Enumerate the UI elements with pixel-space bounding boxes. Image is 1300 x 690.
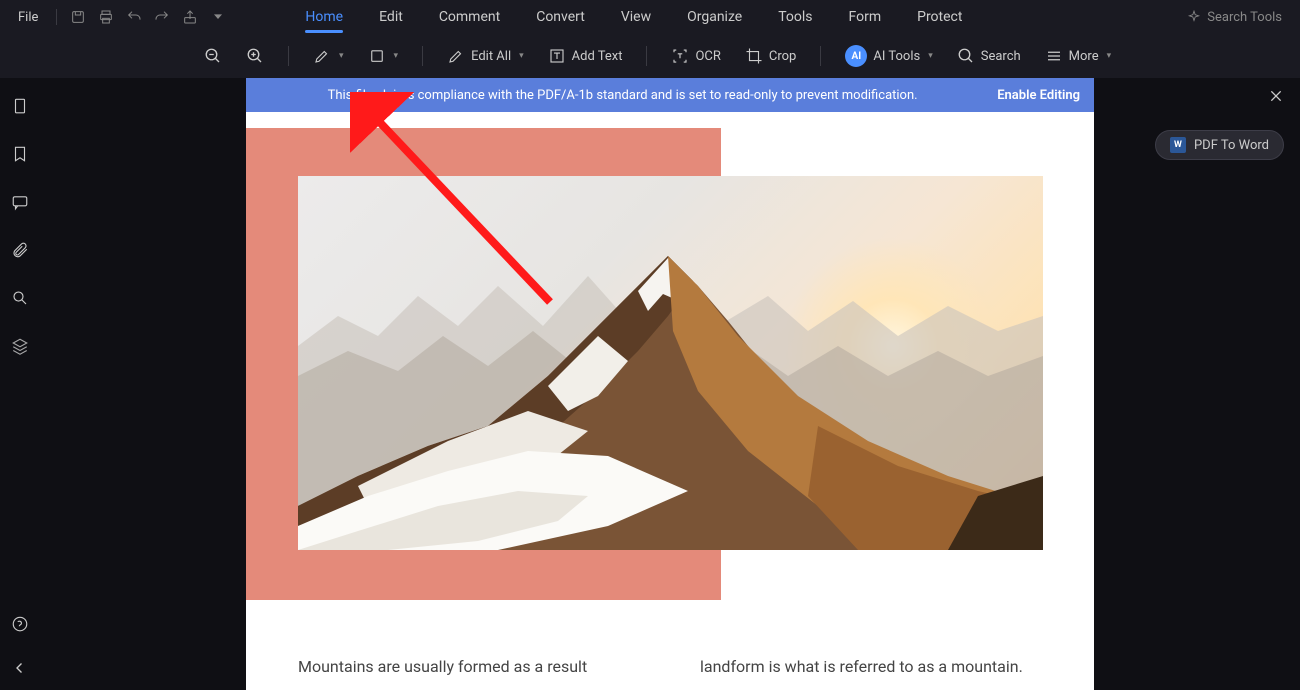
print-icon[interactable]	[93, 4, 119, 30]
tab-home[interactable]: Home	[287, 3, 361, 31]
search-tools[interactable]: Search Tools	[1177, 6, 1292, 29]
edit-all-button[interactable]: Edit All ▾	[437, 40, 534, 72]
crop-button[interactable]: Crop	[735, 40, 806, 72]
text-column-1: Mountains are usually formed as a result	[298, 654, 640, 680]
ocr-button[interactable]: OCR	[661, 40, 730, 72]
save-icon[interactable]	[65, 4, 91, 30]
content-area: This file claims compliance with the PDF…	[40, 78, 1300, 690]
pdfa-banner: This file claims compliance with the PDF…	[246, 78, 1094, 112]
document-text: Mountains are usually formed as a result…	[298, 654, 1042, 680]
tab-form[interactable]: Form	[831, 3, 900, 31]
document-page[interactable]: Mountains are usually formed as a result…	[246, 112, 1094, 690]
bookmark-icon[interactable]	[10, 144, 30, 164]
tab-view[interactable]: View	[603, 3, 669, 31]
chevron-down-icon: ▾	[339, 51, 344, 61]
more-label: More	[1069, 49, 1099, 64]
redo-icon[interactable]	[149, 4, 175, 30]
comment-icon[interactable]	[10, 192, 30, 212]
zoom-out-button[interactable]	[194, 40, 232, 72]
search-label: Search	[981, 49, 1021, 64]
tab-organize[interactable]: Organize	[669, 3, 760, 31]
share-icon[interactable]	[177, 4, 203, 30]
separator	[56, 9, 57, 25]
add-text-label: Add Text	[572, 49, 623, 64]
toolbar: ▾ ▾ Edit All ▾ Add Text OCR Crop AI AI Too…	[0, 34, 1300, 78]
chevron-down-icon: ▾	[1107, 51, 1112, 61]
add-text-button[interactable]: Add Text	[538, 40, 633, 72]
separator	[820, 46, 821, 66]
tab-comment[interactable]: Comment	[421, 3, 518, 31]
zoom-in-button[interactable]	[236, 40, 274, 72]
menubar: File Home Edit Comment Convert View Orga…	[0, 0, 1300, 34]
text-column-2: landform is what is referred to as a mou…	[700, 654, 1042, 680]
enable-editing-link[interactable]: Enable Editing	[997, 88, 1080, 103]
more-button[interactable]: More ▾	[1035, 40, 1121, 72]
banner-message: This file claims compliance with the PDF…	[260, 88, 985, 103]
undo-icon[interactable]	[121, 4, 147, 30]
chevron-down-icon: ▾	[519, 51, 524, 61]
search-tools-label: Search Tools	[1207, 10, 1282, 25]
shape-button[interactable]: ▾	[358, 40, 409, 72]
sparkle-icon	[1187, 10, 1201, 24]
separator	[646, 46, 647, 66]
chevron-down-icon: ▾	[928, 51, 933, 61]
tab-edit[interactable]: Edit	[361, 3, 421, 31]
separator	[422, 46, 423, 66]
chevron-down-icon: ▾	[394, 51, 399, 61]
search-panel-icon[interactable]	[10, 288, 30, 308]
ai-tools-label: AI Tools	[873, 49, 920, 64]
separator	[288, 46, 289, 66]
thumbnails-icon[interactable]	[10, 96, 30, 116]
edit-all-label: Edit All	[471, 49, 511, 64]
ocr-label: OCR	[695, 49, 720, 64]
tab-protect[interactable]: Protect	[899, 3, 980, 31]
help-icon[interactable]	[10, 614, 30, 634]
word-icon: W	[1170, 137, 1186, 153]
collapse-icon[interactable]	[10, 658, 30, 678]
attachment-icon[interactable]	[10, 240, 30, 260]
main-tabs: Home Edit Comment Convert View Organize …	[287, 3, 980, 31]
search-button[interactable]: Search	[947, 40, 1031, 72]
document-image	[298, 176, 1043, 550]
sidebar	[0, 78, 40, 690]
file-menu[interactable]: File	[8, 6, 48, 29]
crop-label: Crop	[769, 49, 796, 64]
highlighter-button[interactable]: ▾	[303, 40, 354, 72]
ai-icon: AI	[845, 45, 867, 67]
dropdown-icon[interactable]	[205, 4, 231, 30]
tab-convert[interactable]: Convert	[518, 3, 603, 31]
banner-close-icon[interactable]	[1268, 88, 1284, 108]
pdf-to-word-label: PDF To Word	[1194, 138, 1269, 153]
pdf-to-word-button[interactable]: W PDF To Word	[1155, 130, 1284, 160]
tab-tools[interactable]: Tools	[760, 3, 830, 31]
ai-tools-button[interactable]: AI AI Tools ▾	[835, 40, 942, 72]
layers-icon[interactable]	[10, 336, 30, 356]
